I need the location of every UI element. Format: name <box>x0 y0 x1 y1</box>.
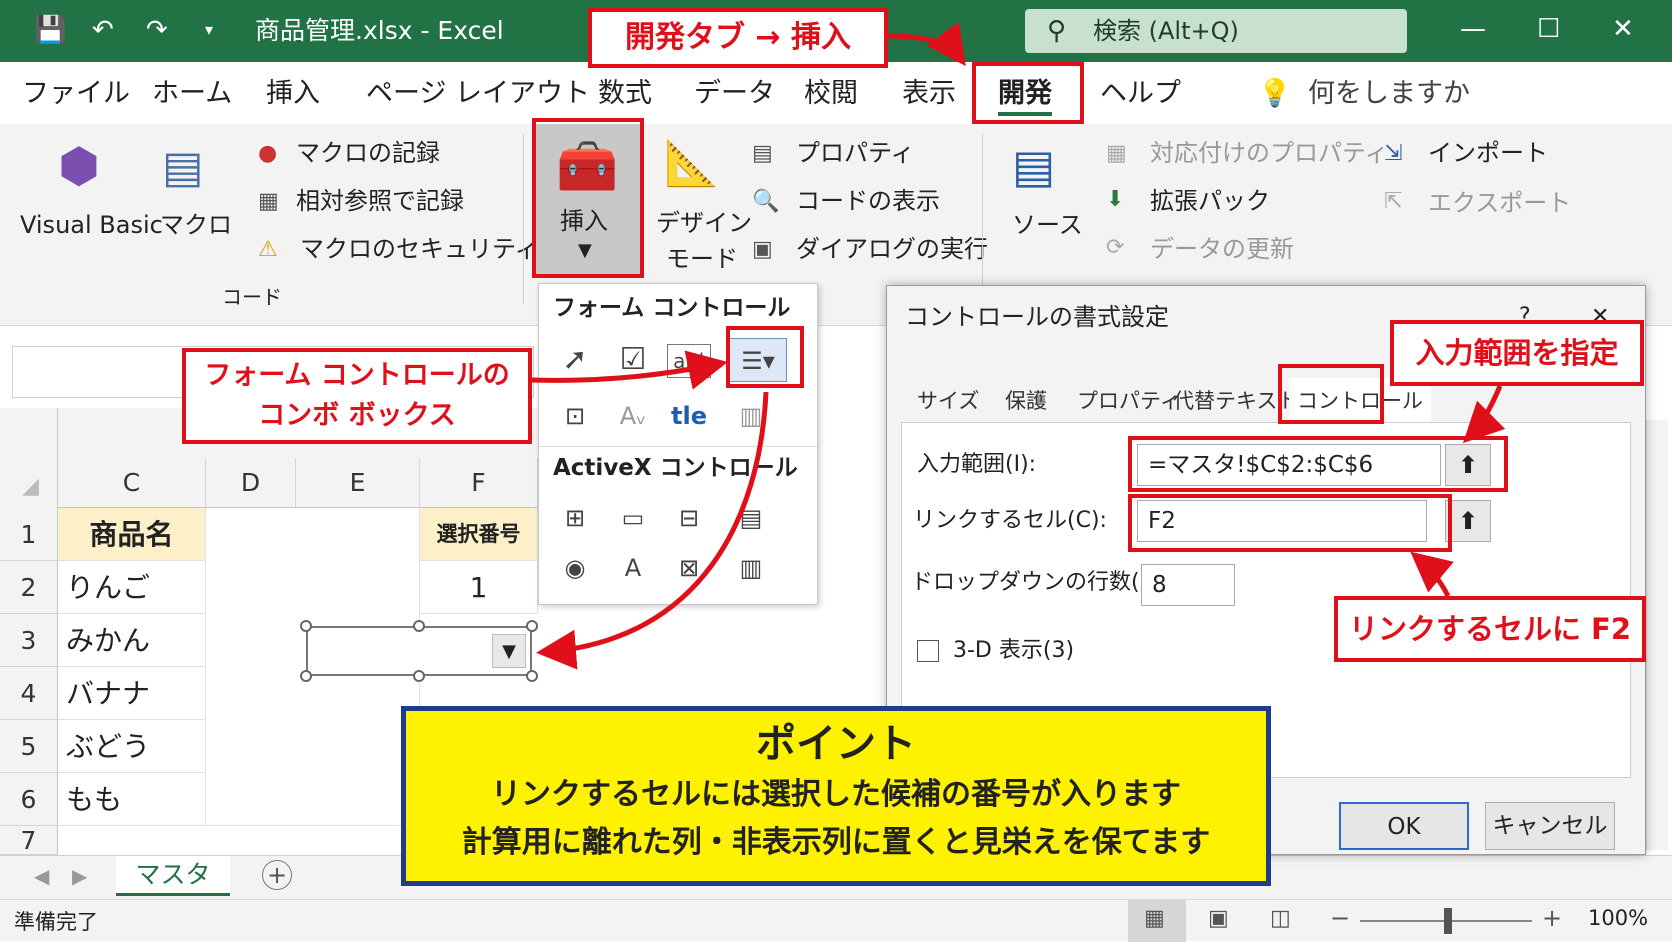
point-line2: 計算用に離れた列・非表示列に置くと見栄えを保てます <box>461 825 1211 860</box>
callout-combo-line2: コンボ ボックス <box>258 400 456 431</box>
arrow-combo-box <box>536 391 769 670</box>
point-title: ポイント <box>756 721 916 767</box>
point-box: ポイント リンクするセルには選択した候補の番号が入ります 計算用に離れた列・非表… <box>401 706 1271 886</box>
arrow-dev-tab <box>887 21 966 67</box>
callout-combo-box: フォーム コントロールの コンボ ボックス <box>182 348 532 444</box>
callout-combo-line1: フォーム コントロールの <box>204 360 510 391</box>
arrow-combo-icon <box>531 350 728 390</box>
callout-input-range: 入力範囲を指定 <box>1390 320 1644 386</box>
point-line1: リンクするセルには選択した候補の番号が入ります <box>491 777 1181 812</box>
callout-link-cell: リンクするセルに F2 <box>1334 596 1646 662</box>
callout-dev-insert: 開発タブ → 挿入 <box>588 8 888 68</box>
arrow-link-cell <box>1410 551 1454 598</box>
arrow-input-range <box>1462 385 1506 444</box>
